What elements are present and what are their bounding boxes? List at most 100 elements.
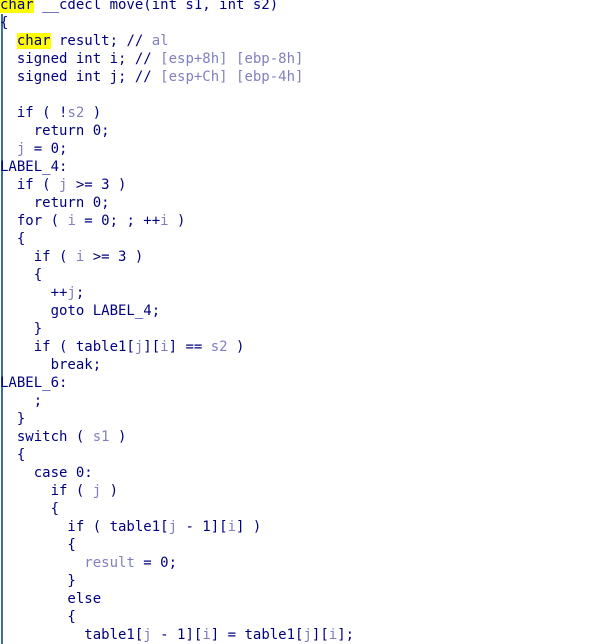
code-token: } bbox=[0, 573, 76, 589]
line-label-4[interactable]: LABEL_4: bbox=[0, 158, 602, 176]
line-open-brace-for[interactable]: { bbox=[0, 230, 602, 248]
line-goto-label-4[interactable]: goto LABEL_4; bbox=[0, 302, 602, 320]
code-token: if ( bbox=[0, 249, 76, 265]
line-empty-statement[interactable]: ; bbox=[0, 392, 602, 410]
label-token: LABEL_4: bbox=[0, 159, 68, 175]
code-token: = 0; bbox=[25, 141, 68, 157]
variable-token: i bbox=[67, 213, 76, 229]
code-token: = 0; bbox=[134, 555, 178, 571]
line-blank-1[interactable] bbox=[0, 86, 602, 104]
line-return-0-a[interactable]: return 0; bbox=[0, 122, 602, 140]
line-if-table-eq-s2[interactable]: if ( table1[j][i] == s2 ) bbox=[0, 338, 602, 356]
line-result-assign-0[interactable]: result = 0; bbox=[0, 554, 602, 572]
comment-text-token: al bbox=[151, 33, 169, 49]
line-decl-i[interactable]: signed int i; // [esp+8h] [ebp-8h] bbox=[0, 50, 602, 68]
line-signature[interactable]: char __cdecl move(int s1, int s2) bbox=[0, 0, 602, 14]
code-token: ] == bbox=[168, 339, 211, 355]
variable-token: s2 bbox=[210, 339, 228, 355]
line-else[interactable]: else bbox=[0, 590, 602, 608]
pseudocode-view[interactable]: char __cdecl move(int s1, int s2){ char … bbox=[0, 0, 602, 644]
variable-token: s2 bbox=[67, 105, 85, 121]
code-token: >= 3 ) bbox=[84, 249, 144, 265]
code-token: >= 3 ) bbox=[67, 177, 127, 193]
code-token: { bbox=[0, 15, 9, 31]
code-token: table1[ bbox=[0, 627, 144, 643]
line-for-i[interactable]: for ( i = 0; ; ++i ) bbox=[0, 212, 602, 230]
line-increment-j[interactable]: ++j; bbox=[0, 284, 602, 302]
code-token: { bbox=[0, 447, 26, 463]
code-token: ] ) bbox=[236, 519, 262, 535]
code-token: ]; bbox=[337, 627, 355, 643]
comment-marker-token: // bbox=[134, 51, 161, 67]
line-open-brace-case0[interactable]: { bbox=[0, 500, 602, 518]
variable-token: j bbox=[168, 519, 178, 535]
code-token: if ( table1[ bbox=[0, 519, 169, 535]
line-if-i-ge-3[interactable]: if ( i >= 3 ) bbox=[0, 248, 602, 266]
line-open-brace-func[interactable]: { bbox=[0, 14, 602, 32]
line-j-assign-0[interactable]: j = 0; bbox=[0, 140, 602, 158]
comment-marker-token: // bbox=[134, 69, 161, 85]
code-token: if ( bbox=[0, 483, 93, 499]
comment-text-token: [esp+Ch] [ebp-4h] bbox=[160, 69, 304, 85]
line-open-brace-if-i[interactable]: { bbox=[0, 266, 602, 284]
line-switch-s1[interactable]: switch ( s1 ) bbox=[0, 428, 602, 446]
code-token: ; bbox=[0, 393, 43, 409]
code-token: { bbox=[0, 537, 76, 553]
code-token: break; bbox=[0, 357, 102, 373]
code-token: { bbox=[0, 231, 26, 247]
variable-token: j bbox=[67, 285, 76, 301]
line-close-brace-if-i[interactable]: } bbox=[0, 320, 602, 338]
code-token: signed int i; bbox=[0, 51, 135, 67]
code-token: else bbox=[0, 591, 102, 607]
line-close-brace-inner-if[interactable]: } bbox=[0, 572, 602, 590]
code-token: ] = table1[ bbox=[210, 627, 304, 643]
line-table-assign[interactable]: table1[j - 1][i] = table1[j][i]; bbox=[0, 626, 602, 644]
line-label-6[interactable]: LABEL_6: bbox=[0, 374, 602, 392]
variable-token: i bbox=[202, 627, 211, 643]
code-token: = 0; ; ++ bbox=[75, 213, 161, 229]
line-if-j[interactable]: if ( j ) bbox=[0, 482, 602, 500]
line-break[interactable]: break; bbox=[0, 356, 602, 374]
line-return-0-b[interactable]: return 0; bbox=[0, 194, 602, 212]
code-token: move(int s1, int s2) bbox=[109, 0, 279, 13]
code-token: } bbox=[0, 411, 26, 427]
code-token: if ( bbox=[0, 177, 60, 193]
line-open-brace-switch[interactable]: { bbox=[0, 446, 602, 464]
line-decl-result[interactable]: char result; // al bbox=[0, 32, 602, 50]
line-if-j-ge-3[interactable]: if ( j >= 3 ) bbox=[0, 176, 602, 194]
line-open-brace-else[interactable]: { bbox=[0, 608, 602, 626]
code-token: ) bbox=[227, 339, 245, 355]
code-token: ; bbox=[75, 285, 85, 301]
code-token: result; bbox=[50, 33, 127, 49]
line-if-table-jm1-i[interactable]: if ( table1[j - 1][i] ) bbox=[0, 518, 602, 536]
line-decl-j[interactable]: signed int j; // [esp+Ch] [ebp-4h] bbox=[0, 68, 602, 86]
variable-token: j bbox=[143, 627, 152, 643]
variable-token: i bbox=[328, 627, 338, 643]
line-open-brace-inner-if[interactable]: { bbox=[0, 536, 602, 554]
variable-token: i bbox=[227, 519, 237, 535]
code-token: ][ bbox=[143, 339, 161, 355]
code-token: case 0: bbox=[0, 465, 93, 481]
line-close-brace-for[interactable]: } bbox=[0, 410, 602, 428]
code-token: ) bbox=[84, 105, 102, 121]
code-token: ++ bbox=[0, 285, 68, 301]
code-listing[interactable]: char __cdecl move(int s1, int s2){ char … bbox=[0, 0, 602, 644]
code-token: return 0; bbox=[0, 195, 110, 211]
code-token: - 1][ bbox=[151, 627, 203, 643]
line-if-not-s2[interactable]: if ( !s2 ) bbox=[0, 104, 602, 122]
variable-token: i bbox=[160, 213, 169, 229]
code-token: if ( ! bbox=[0, 105, 68, 121]
code-token: } bbox=[0, 321, 43, 337]
highlighted-token: char bbox=[0, 0, 34, 13]
variable-token: i bbox=[160, 339, 169, 355]
code-token: switch ( bbox=[0, 429, 93, 445]
variable-token: s1 bbox=[92, 429, 110, 445]
comment-marker-token: // bbox=[126, 33, 152, 49]
code-token: - 1][ bbox=[177, 519, 228, 535]
highlighted-token: char bbox=[16, 33, 51, 49]
line-case-0[interactable]: case 0: bbox=[0, 464, 602, 482]
code-token: for ( bbox=[0, 213, 68, 229]
